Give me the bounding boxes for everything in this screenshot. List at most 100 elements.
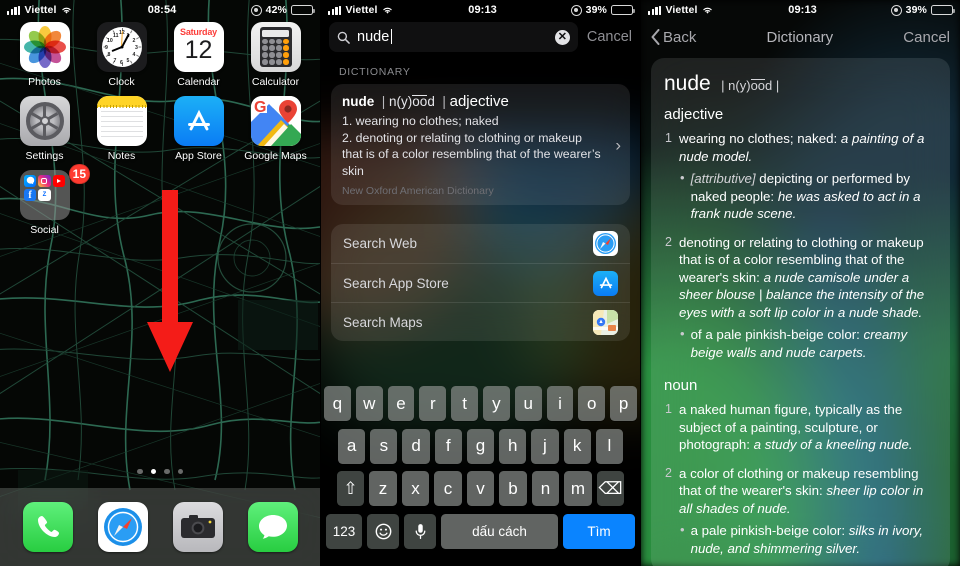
result-line-2: 2. denoting or relating to clothing or m… (342, 130, 601, 178)
app-notes[interactable]: Notes (83, 96, 160, 162)
app-label: Calendar (177, 76, 220, 88)
result-word: nude (342, 94, 375, 109)
battery-percent-label: 42% (265, 4, 287, 16)
numbers-key[interactable]: 123 (326, 513, 362, 549)
result-source: New Oxford American Dictionary (342, 185, 494, 197)
search-go-key[interactable]: Tìm (563, 513, 635, 549)
key-w[interactable]: w (355, 386, 383, 421)
key-u[interactable]: u (514, 386, 542, 421)
page-dot[interactable] (177, 468, 183, 474)
shift-key[interactable]: ⇧ (336, 471, 365, 506)
entry-headword-row: nude | n(y)ood | (664, 72, 937, 96)
key-k[interactable]: k (563, 428, 591, 464)
folder-badge: 15 (68, 164, 90, 184)
clear-search-button[interactable]: ✕ (554, 29, 570, 45)
signal-bars-icon (7, 5, 21, 15)
subsense-text: of a pale pinkish-beige color: creamy be… (690, 327, 908, 360)
chevron-right-icon: › (615, 135, 621, 154)
bullet-icon: • (680, 170, 685, 185)
app-settings[interactable]: Settings (6, 96, 83, 162)
key-r[interactable]: r (419, 386, 447, 421)
safari-icon[interactable] (97, 502, 148, 552)
key-h[interactable]: h (499, 428, 527, 464)
keyboard-row-4: 123 dấu cách Tìm (324, 513, 637, 549)
page-dot[interactable] (137, 468, 143, 474)
result-ipa: n(y)ood (389, 94, 435, 109)
keyboard-row-3: ⇧ z x c v b n m ⌫ (324, 471, 637, 506)
app-clock[interactable]: 12 1 2 3 4 5 6 7 8 9 10 11 (83, 22, 160, 88)
key-m[interactable]: m (564, 471, 592, 506)
keyboard-row-1: q w e r t y u i o p (324, 386, 637, 421)
key-n[interactable]: n (531, 471, 560, 506)
action-search-app-store[interactable]: Search App Store (331, 263, 630, 302)
action-search-web[interactable]: Search Web (331, 224, 630, 263)
search-bar: nude ✕ Cancel (329, 22, 632, 52)
key-g[interactable]: g (466, 428, 495, 464)
dictation-key[interactable] (404, 513, 436, 549)
definition-card[interactable]: nude | n(y)ood | adjective 1 wearing no … (651, 58, 950, 566)
key-v[interactable]: v (466, 471, 495, 506)
mini-icon-empty (24, 203, 36, 215)
entry-word: nude (664, 72, 711, 95)
app-app-store[interactable]: App Store (160, 96, 237, 162)
key-f[interactable]: f (434, 428, 462, 464)
backspace-key[interactable]: ⌫ (596, 471, 625, 506)
key-b[interactable]: b (499, 471, 527, 506)
app-google-maps[interactable]: G Google Maps (237, 96, 314, 162)
google-maps-icon: G (250, 96, 301, 146)
folder-social[interactable]: f Z 15 Social (6, 164, 90, 236)
search-input[interactable]: nude ✕ (329, 22, 578, 52)
sense-text: denoting or relating to clothing or make… (679, 234, 925, 320)
location-services-icon (890, 4, 902, 16)
key-q[interactable]: q (324, 386, 351, 421)
clock-label: 09:13 (468, 4, 497, 16)
cancel-button[interactable]: Cancel (903, 29, 950, 46)
battery-percent-label: 39% (585, 4, 607, 16)
key-o[interactable]: o (578, 386, 606, 421)
page-dot[interactable] (164, 468, 170, 474)
action-search-maps[interactable]: Search Maps (331, 302, 630, 341)
sense-text: a color of clothing or makeup resembling… (679, 465, 924, 516)
camera-icon[interactable] (172, 502, 223, 552)
key-l[interactable]: l (595, 428, 623, 464)
battery-icon (291, 4, 316, 16)
key-i[interactable]: i (546, 386, 574, 421)
key-c[interactable]: c (434, 471, 462, 506)
mini-icon-empty (53, 203, 65, 215)
swipe-down-arrow-annotation (147, 190, 193, 372)
key-z[interactable]: z (369, 471, 397, 506)
keyboard: q w e r t y u i o p a s d f g h j k l ⇧ … (321, 380, 640, 566)
wifi-icon (701, 5, 714, 15)
key-y[interactable]: y (483, 386, 510, 421)
emoji-key[interactable] (367, 513, 399, 549)
key-x[interactable]: x (401, 471, 430, 506)
key-a[interactable]: a (338, 428, 366, 464)
folder-label: Social (30, 224, 59, 236)
page-dot-active[interactable] (150, 468, 156, 474)
clock-icon: 12 1 2 3 4 5 6 7 8 9 10 11 (96, 22, 147, 72)
key-d[interactable]: d (402, 428, 430, 464)
cancel-button[interactable]: Cancel (587, 29, 632, 45)
carrier-label: Viettel (665, 4, 698, 16)
app-photos[interactable]: Photos (6, 22, 83, 88)
action-label: Search Maps (343, 314, 423, 330)
back-button[interactable]: Back (651, 29, 696, 46)
messages-icon[interactable] (247, 502, 298, 552)
app-calculator[interactable]: Calculator (237, 22, 314, 88)
panel-home-screen: Viettel 08:54 42% Photos 2 3 4 5 6 7 8 9… (0, 0, 320, 566)
phone-icon[interactable] (22, 502, 73, 552)
app-calendar[interactable]: Saturday 12 Calendar (160, 22, 237, 88)
page-indicator-dots[interactable] (0, 468, 320, 474)
key-e[interactable]: e (387, 386, 415, 421)
key-t[interactable]: t (451, 386, 478, 421)
key-s[interactable]: s (370, 428, 398, 464)
photos-icon (19, 22, 70, 72)
subsense-text: a pale pinkish-beige color: silks in ivo… (690, 523, 924, 556)
safari-icon (593, 231, 618, 256)
three-panel-screenshot: Viettel 08:54 42% Photos 2 3 4 5 6 7 8 9… (0, 0, 960, 566)
dictionary-result-card[interactable]: nude | n(y)ood | adjective 1. wearing no… (331, 84, 630, 205)
space-key[interactable]: dấu cách (441, 513, 558, 549)
key-j[interactable]: j (531, 428, 559, 464)
signal-bars-icon (648, 5, 662, 15)
key-p[interactable]: p (610, 386, 637, 421)
